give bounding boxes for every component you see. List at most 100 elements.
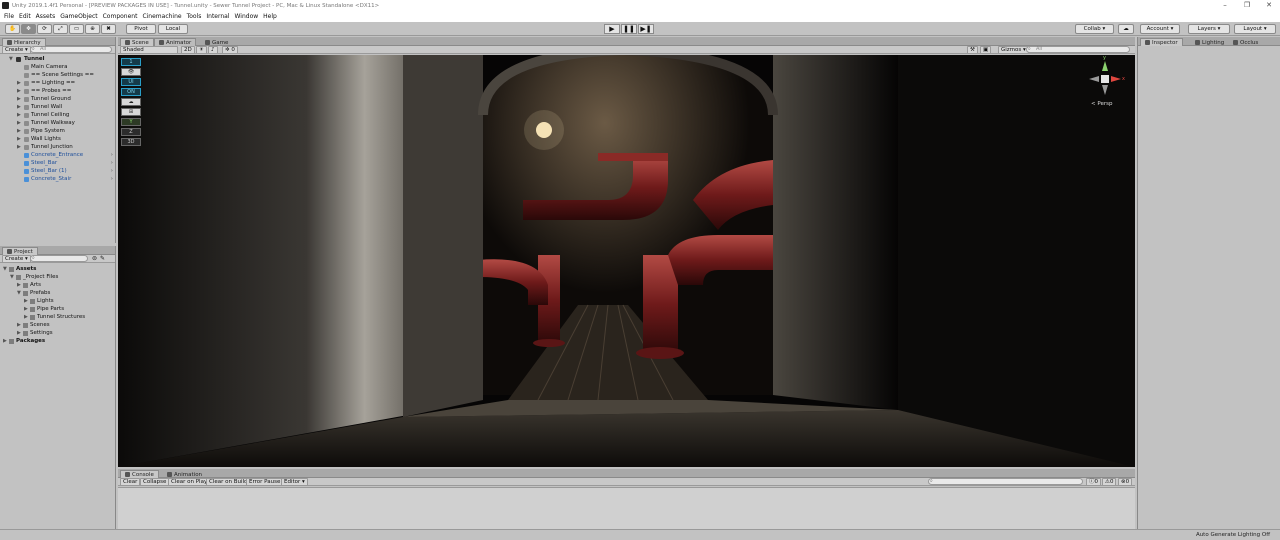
collab-dropdown[interactable]: Collab ▾	[1075, 24, 1114, 34]
project-folder-item[interactable]: ▼ _Project Files	[0, 273, 115, 281]
expand-arrow-icon[interactable]: ▼	[10, 273, 14, 281]
hierarchy-item[interactable]: Steel_Bar ›	[0, 159, 115, 167]
pivot-toggle[interactable]: Pivot	[126, 24, 156, 34]
project-folder-item[interactable]: ▼ Assets	[0, 265, 115, 273]
menu-window[interactable]: Window	[235, 13, 259, 20]
maximize-button[interactable]: ❐	[1236, 0, 1258, 11]
scene-y-axis-icon[interactable]: Y	[121, 118, 141, 126]
layers-dropdown[interactable]: Layers ▾	[1188, 24, 1230, 34]
tab-lighting[interactable]: Lighting	[1190, 38, 1229, 46]
expand-arrow-icon[interactable]: ▶	[17, 79, 21, 87]
cloud-button[interactable]: ☁	[1118, 24, 1134, 34]
console-search-input[interactable]: ⌕	[928, 478, 1083, 485]
hierarchy-item[interactable]: ▶ Tunnel Walkway	[0, 119, 115, 127]
shading-mode-dropdown[interactable]: Shaded	[120, 46, 178, 54]
rect-tool-button[interactable]: ▭	[69, 24, 84, 34]
expand-arrow-icon[interactable]: ▶	[24, 313, 28, 321]
expand-arrow-icon[interactable]: ▶	[17, 321, 21, 329]
play-button[interactable]: ▶	[604, 24, 620, 34]
scene-z-axis-icon[interactable]: Z	[121, 128, 141, 136]
expand-arrow-icon[interactable]: ▶	[17, 111, 21, 119]
project-folder-item[interactable]: ▶ Scenes	[0, 321, 115, 329]
menu-help[interactable]: Help	[263, 13, 277, 20]
menu-tools[interactable]: Tools	[187, 13, 202, 20]
open-prefab-arrow-icon[interactable]: ›	[111, 175, 113, 183]
orientation-gizmo[interactable]: y x < Persp	[1085, 55, 1125, 109]
expand-arrow-icon[interactable]: ▶	[17, 87, 21, 95]
expand-arrow-icon[interactable]: ▶	[17, 95, 21, 103]
hierarchy-item[interactable]: Concrete_Entrance ›	[0, 151, 115, 159]
scene-ui-icon[interactable]: UI	[121, 78, 141, 86]
tab-project[interactable]: Project	[2, 247, 38, 255]
minimize-button[interactable]: –	[1214, 0, 1236, 11]
hierarchy-item[interactable]: ▶ Wall Lights	[0, 135, 115, 143]
tab-animator[interactable]: Animator	[154, 38, 197, 46]
project-folder-item[interactable]: ▶ Pipe Parts	[0, 305, 115, 313]
menu-edit[interactable]: Edit	[19, 13, 31, 20]
menu-cinemachine[interactable]: Cinemachine	[142, 13, 181, 20]
expand-arrow-icon[interactable]: ▼	[17, 289, 21, 297]
hierarchy-item[interactable]: ▶ Pipe System	[0, 127, 115, 135]
scene-visibility-icon[interactable]: 👁	[121, 68, 141, 76]
local-toggle[interactable]: Local	[158, 24, 188, 34]
scene-search-input[interactable]: ⌕ All	[1026, 46, 1130, 53]
tab-console[interactable]: Console	[120, 470, 159, 478]
tab-game[interactable]: Game	[200, 38, 233, 46]
hierarchy-item[interactable]: Main Camera	[0, 63, 115, 71]
project-folder-item[interactable]: ▶ Arts	[0, 281, 115, 289]
scene-viewport[interactable]: 1 👁 UI ON ☁ ⊞ Y Z 3D y x < Persp	[118, 55, 1135, 467]
console-error-count[interactable]: ⊗0	[1118, 478, 1133, 486]
console-clear-button[interactable]: Clear	[120, 478, 141, 486]
camera-dropdown-icon[interactable]: ▣	[980, 46, 992, 54]
scene-cloud-icon[interactable]: ☁	[121, 98, 141, 106]
project-search-input[interactable]: ⌕	[30, 255, 88, 262]
console-log-count[interactable]: ⓘ0	[1086, 478, 1102, 486]
expand-arrow-icon[interactable]: ▶	[17, 119, 21, 127]
console-editor-dropdown[interactable]: Editor ▾	[281, 478, 308, 486]
scene-root-row[interactable]: ▼ Tunnel	[0, 55, 115, 63]
console-collapse-button[interactable]: Collapse	[140, 478, 170, 486]
menu-gameobject[interactable]: GameObject	[60, 13, 97, 20]
open-prefab-arrow-icon[interactable]: ›	[111, 159, 113, 167]
hierarchy-search-input[interactable]: ⌕ All	[30, 46, 112, 53]
hierarchy-item[interactable]: ▶ Tunnel Junction	[0, 143, 115, 151]
console-log-area[interactable]	[118, 487, 1135, 529]
tab-animation[interactable]: Animation	[162, 470, 207, 478]
hierarchy-create-button[interactable]: Create ▾	[2, 46, 31, 54]
project-folder-item[interactable]: ▶ Settings	[0, 329, 115, 337]
expand-arrow-icon[interactable]: ▼	[3, 265, 7, 273]
expand-arrow-icon[interactable]: ▶	[17, 281, 21, 289]
transform-tool-button[interactable]: ⊕	[85, 24, 100, 34]
scene-on-icon[interactable]: ON	[121, 88, 141, 96]
scale-tool-button[interactable]: ⤢	[53, 24, 68, 34]
menu-assets[interactable]: Assets	[36, 13, 56, 20]
hierarchy-item[interactable]: ▶ == Lighting ==	[0, 79, 115, 87]
hierarchy-item[interactable]: ▶ Tunnel Wall	[0, 103, 115, 111]
2d-mode-toggle[interactable]: 2D	[181, 46, 195, 54]
console-warning-count[interactable]: ⚠0	[1102, 478, 1117, 486]
project-folder-item[interactable]: ▶ Tunnel Structures	[0, 313, 115, 321]
audio-toggle-icon[interactable]: ♪	[208, 46, 218, 54]
hierarchy-item[interactable]: == Scene Settings ==	[0, 71, 115, 79]
custom-tool-button[interactable]: ✖	[101, 24, 116, 34]
project-folder-item[interactable]: ▶ Packages	[0, 337, 115, 345]
console-clear-on-play-button[interactable]: Clear on Play	[168, 478, 211, 486]
menu-internal[interactable]: Internal	[206, 13, 229, 20]
filter-label-icon[interactable]: ✎	[100, 255, 105, 262]
expand-arrow-icon[interactable]: ▶	[17, 127, 21, 135]
console-clear-on-build-button[interactable]: Clear on Build	[206, 478, 251, 486]
hierarchy-item[interactable]: ▶ Tunnel Ground	[0, 95, 115, 103]
project-folder-item[interactable]: ▶ Lights	[0, 297, 115, 305]
open-prefab-arrow-icon[interactable]: ›	[111, 167, 113, 175]
tools-toggle-icon[interactable]: ⚒	[967, 46, 978, 54]
expand-arrow-icon[interactable]: ▶	[17, 135, 21, 143]
tab-inspector[interactable]: Inspector	[1140, 38, 1183, 46]
persp-label[interactable]: < Persp	[1091, 101, 1112, 107]
close-button[interactable]: ✕	[1258, 0, 1280, 11]
expand-arrow-icon[interactable]: ▶	[17, 143, 21, 151]
scene-3d-icon[interactable]: 3D	[121, 138, 141, 146]
hierarchy-item[interactable]: Concrete_Stair ›	[0, 175, 115, 183]
scene-grid-icon[interactable]: ⊞	[121, 108, 141, 116]
hierarchy-item[interactable]: Steel_Bar (1) ›	[0, 167, 115, 175]
open-prefab-arrow-icon[interactable]: ›	[111, 151, 113, 159]
